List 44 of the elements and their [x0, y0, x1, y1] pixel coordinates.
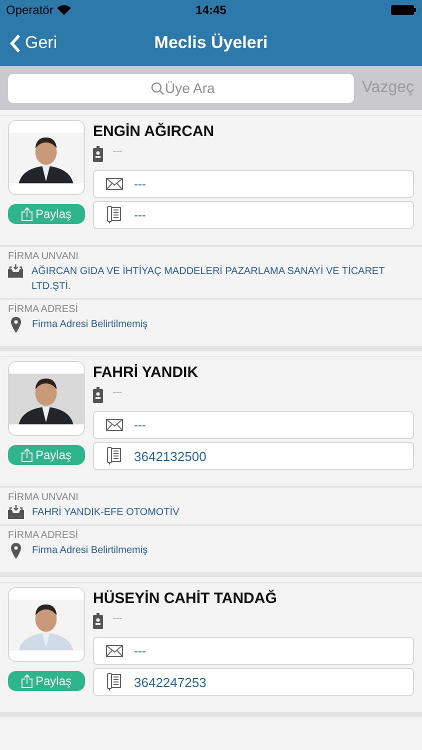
address-label: FİRMA ADRESİ [8, 530, 80, 542]
phone-field[interactable]: 3642132500 [93, 442, 414, 470]
phone-field[interactable]: 3642247253 [93, 668, 414, 696]
wifi-icon [57, 5, 72, 15]
carrier-name: Operatör [6, 3, 54, 17]
member-title: --- [113, 613, 122, 623]
back-button[interactable]: Geri [0, 33, 68, 53]
phone-icon [107, 673, 121, 691]
email-field[interactable]: --- [93, 411, 414, 439]
phone-field[interactable]: --- [93, 201, 414, 229]
clock-time: 14:45 [196, 3, 226, 17]
inbox-icon [8, 505, 24, 519]
id-badge-icon [93, 613, 103, 629]
id-badge-icon [93, 387, 103, 403]
map-pin-icon [8, 317, 24, 333]
envelope-icon [106, 419, 122, 431]
search-field[interactable]: Üye Ara [8, 74, 354, 102]
map-pin-icon [8, 543, 24, 559]
company-label: FİRMA UNVANI [8, 251, 80, 263]
inbox-icon [8, 264, 24, 278]
envelope-icon [106, 178, 122, 190]
screen-title: Meclis Üyeleri [154, 33, 268, 52]
share-icon [21, 207, 34, 221]
phone-icon [107, 447, 121, 465]
chevron-left-icon [10, 34, 21, 52]
member-name: ENGİN AĞIRCAN [93, 123, 216, 140]
member-name: FAHRİ YANDIK [93, 364, 200, 381]
id-badge-icon [93, 146, 103, 162]
share-icon [21, 674, 34, 688]
company-name: AĞIRCAN GIDA VE İHTİYAÇ MADDELERİ PAZARLAMA SANAYİ VE TİCARET LTD.ŞTİ. [31, 264, 386, 294]
phone-icon [107, 206, 121, 224]
share-icon [21, 448, 34, 462]
company-address: Firma Adresi Belirtilmemiş [32, 318, 148, 332]
email-field[interactable]: --- [93, 170, 414, 198]
company-label: FİRMA UNVANI [8, 492, 80, 504]
address-label: FİRMA ADRESİ [8, 304, 80, 316]
company-address: Firma Adresi Belirtilmemiş [32, 544, 148, 558]
member-name: HÜSEYİN CAHİT TANDAĞ [93, 590, 278, 607]
envelope-icon [106, 645, 122, 657]
email-field[interactable]: --- [93, 637, 414, 665]
member-title: --- [113, 146, 122, 156]
company-name: FAHRİ YANDIK-EFE OTOMOTİV [32, 505, 180, 520]
member-title: --- [113, 387, 122, 397]
battery-icon [390, 5, 416, 15]
